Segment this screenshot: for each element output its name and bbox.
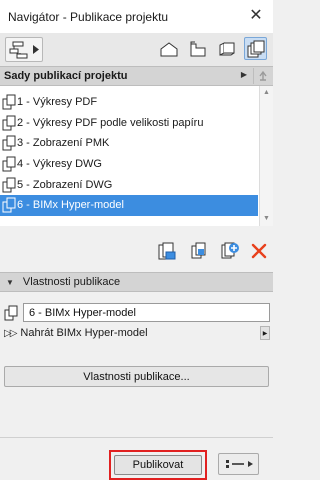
window-title: Navigátor - Publikace projektu <box>8 9 169 24</box>
publisher-sets-list[interactable]: 1 - Výkresy PDF 2 - Výkresy PDF podle vel… <box>0 92 258 216</box>
set-name-input[interactable] <box>23 303 270 322</box>
dropdown-arrow-icon[interactable]: ▶ <box>260 326 270 340</box>
publisher-sets-header-label: Sady publikací projektu <box>4 70 128 82</box>
duplicate-set-button[interactable] <box>189 241 209 261</box>
publish-button[interactable]: Publikovat <box>114 455 202 475</box>
layout-book-button[interactable] <box>215 37 238 60</box>
navigator-popup-button[interactable] <box>5 37 43 62</box>
options-menu-button[interactable] <box>218 453 259 475</box>
publication-properties-button[interactable]: Vlastnosti publikace... <box>4 366 269 387</box>
bottom-bar: Publikovat <box>0 437 273 480</box>
publisher-set-icon <box>4 305 18 320</box>
list-item[interactable]: 2 - Výkresy PDF podle velikosti papíru <box>0 113 258 134</box>
close-icon[interactable]: ✕ <box>245 5 267 27</box>
publish-method-row[interactable]: ▷▷ Nahrát BIMx Hyper-model ▶ <box>4 325 270 341</box>
collapse-triangle-icon[interactable]: ▼ <box>6 278 14 287</box>
list-item[interactable]: 3 - Zobrazení PMK <box>0 133 258 154</box>
add-item-button[interactable] <box>220 241 240 261</box>
list-item[interactable]: 4 - Výkresy DWG <box>0 154 258 175</box>
go-up-button[interactable] <box>253 68 271 84</box>
publisher-set-icon <box>2 115 16 131</box>
list-item-label: 2 - Výkresy PDF podle velikosti papíru <box>17 116 204 129</box>
list-item-label: 3 - Zobrazení PMK <box>17 137 110 150</box>
list-item[interactable]: 5 - Zobrazení DWG <box>0 174 258 195</box>
list-item-label: 1 - Výkresy PDF <box>17 96 98 109</box>
layout-book-icon <box>219 41 234 56</box>
publish-method-label: Nahrát BIMx Hyper-model <box>20 327 148 339</box>
publisher-sets-icon <box>247 40 264 57</box>
publisher-sets-header: Sady publikací projektu ▶ <box>0 66 273 86</box>
new-set-icon <box>158 242 176 260</box>
publisher-set-icon <box>2 94 16 110</box>
set-name-row <box>4 303 270 322</box>
duplicate-set-icon <box>191 242 206 259</box>
set-actions-bar <box>0 226 273 272</box>
publisher-sets-panel: 1 - Výkresy PDF 2 - Výkresy PDF podle vel… <box>0 86 273 226</box>
view-map-button[interactable] <box>186 37 209 60</box>
publication-properties-panel: ▷▷ Nahrát BIMx Hyper-model ▶ Vlastnosti … <box>0 292 273 422</box>
publish-highlight-frame: Publikovat <box>109 450 207 480</box>
publisher-set-icon <box>2 197 16 213</box>
expand-arrow-icon[interactable]: ▶ <box>241 70 247 79</box>
list-item-label: 4 - Výkresy DWG <box>17 158 102 171</box>
publisher-set-icon <box>2 135 16 151</box>
project-map-icon <box>160 41 177 56</box>
chevron-right-icon <box>33 45 39 54</box>
navigator-toolbar <box>0 33 273 66</box>
list-item-label: 6 - BIMx Hyper-model <box>17 199 124 212</box>
go-up-icon <box>258 70 267 81</box>
delete-button[interactable] <box>249 241 269 261</box>
scroll-down-icon[interactable]: ▼ <box>260 212 273 226</box>
project-map-button[interactable] <box>157 37 180 60</box>
vertical-scrollbar[interactable]: ▲ ▼ <box>259 86 273 226</box>
publisher-set-icon <box>2 177 16 193</box>
delete-icon <box>251 243 267 259</box>
window-titlebar: Navigátor - Publikace projektu ✕ <box>0 0 273 33</box>
list-item[interactable]: 1 - Výkresy PDF <box>0 92 258 113</box>
add-item-icon <box>221 242 239 259</box>
navigator-popup-icon <box>9 41 28 58</box>
scroll-up-icon[interactable]: ▲ <box>260 86 273 100</box>
list-item-label: 5 - Zobrazení DWG <box>17 178 113 191</box>
list-item[interactable]: 6 - BIMx Hyper-model <box>0 194 258 216</box>
options-menu-icon <box>225 460 253 468</box>
publication-properties-header[interactable]: ▼ Vlastnosti publikace <box>0 272 273 292</box>
publication-properties-header-label: Vlastnosti publikace <box>22 276 121 288</box>
publisher-set-icon <box>2 156 16 172</box>
publisher-sets-button[interactable] <box>244 37 267 60</box>
view-map-icon <box>190 41 205 56</box>
new-set-button[interactable] <box>157 241 177 261</box>
double-chevron-icon: ▷▷ <box>4 327 17 339</box>
